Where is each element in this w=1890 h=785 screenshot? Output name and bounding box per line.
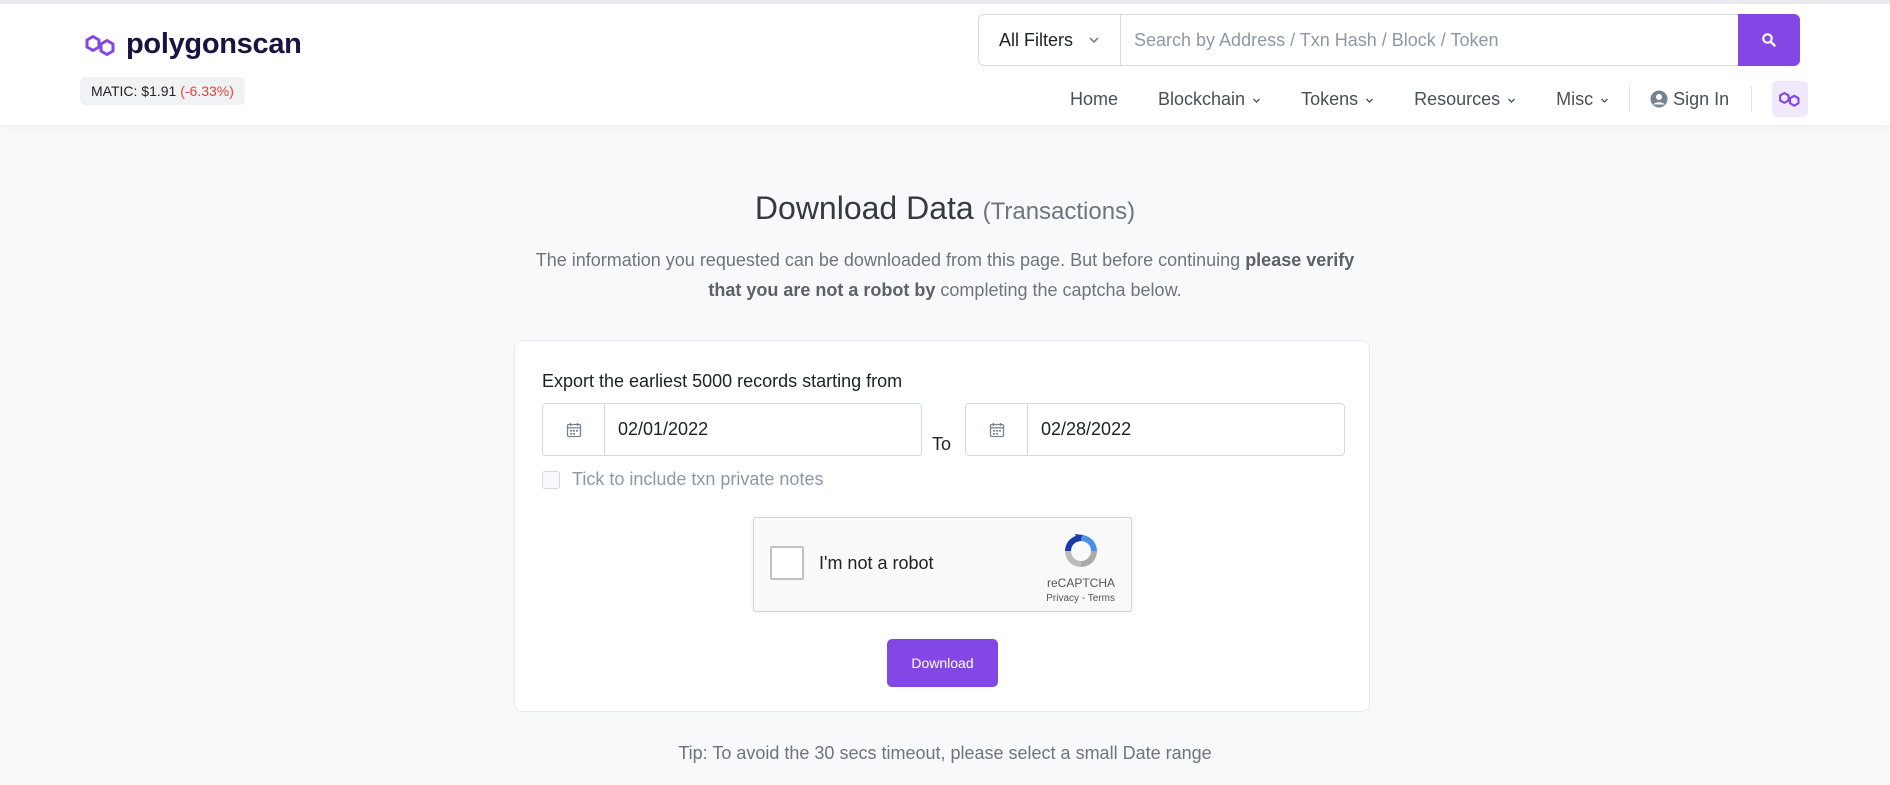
end-date-group: [965, 403, 1345, 456]
recaptcha-brand: reCAPTCHA: [1046, 576, 1115, 590]
nav-blockchain[interactable]: Blockchain: [1158, 89, 1261, 110]
chevron-down-icon: [1253, 98, 1261, 103]
calendar-icon: [989, 422, 1004, 437]
network-button[interactable]: [1772, 81, 1809, 117]
export-card: Export the earliest 5000 records startin…: [514, 340, 1370, 712]
export-label: Export the earliest 5000 records startin…: [542, 371, 903, 391]
calendar-icon-wrapper[interactable]: [966, 404, 1028, 455]
page-title: Download Data (Transactions): [0, 190, 1890, 227]
recaptcha-link-sep: -: [1079, 593, 1088, 604]
recaptcha-widget: I'm not a robot reCAPTCHA Privacy - Term…: [753, 517, 1132, 612]
search-input[interactable]: [1122, 15, 1738, 65]
download-button[interactable]: Download: [887, 639, 998, 687]
filter-label: All Filters: [999, 29, 1074, 50]
chevron-down-icon: [1089, 37, 1099, 44]
nav-home-label: Home: [1070, 88, 1119, 109]
nav-resources[interactable]: Resources: [1414, 89, 1516, 110]
private-notes-option: Tick to include txn private notes: [542, 469, 823, 490]
nav-divider: [1751, 86, 1753, 112]
desc-text-1: The information you requested can be dow…: [535, 250, 1246, 270]
chevron-down-icon: [1601, 98, 1609, 103]
recaptcha-logo-icon: [1065, 534, 1097, 567]
page-description: The information you requested can be dow…: [520, 245, 1370, 305]
private-notes-checkbox[interactable]: [542, 470, 560, 489]
matic-price-change: (-6.33%): [180, 83, 234, 99]
recaptcha-terms-link[interactable]: Terms: [1088, 593, 1115, 604]
recaptcha-label: I'm not a robot: [819, 553, 934, 573]
sign-in-link[interactable]: Sign In: [1650, 89, 1729, 110]
timeout-tip: Tip: To avoid the 30 secs timeout, pleas…: [678, 743, 1212, 763]
search-icon: [1762, 33, 1776, 47]
polygon-logo-icon: [85, 34, 115, 56]
polygon-network-icon: [1779, 91, 1800, 107]
search-bar: All Filters: [978, 14, 1800, 66]
logo-text: polygonscan: [126, 28, 302, 60]
desc-text-2: completing the captcha below.: [935, 280, 1182, 300]
matic-price: MATIC: $1.91: [91, 83, 177, 99]
user-circle-icon: [1650, 90, 1668, 108]
search-button[interactable]: [1738, 14, 1800, 66]
page-title-main: Download Data: [754, 190, 974, 226]
site-header: polygonscan MATIC: $1.91 (-6.33%) All Fi…: [0, 4, 1890, 125]
main-nav: Home Blockchain Tokens Resources Misc Si…: [1070, 74, 1809, 124]
end-date-input[interactable]: [1028, 404, 1344, 455]
to-label: To: [932, 434, 952, 454]
nav-tokens-label: Tokens: [1301, 88, 1359, 109]
nav-tokens[interactable]: Tokens: [1301, 89, 1374, 110]
calendar-icon: [566, 422, 581, 437]
chevron-down-icon: [1366, 98, 1374, 103]
start-date-group: [542, 403, 922, 456]
nav-resources-label: Resources: [1414, 88, 1501, 109]
matic-price-badge[interactable]: MATIC: $1.91 (-6.33%): [80, 77, 245, 105]
start-date-input[interactable]: [605, 404, 921, 455]
recaptcha-links: Privacy - Terms: [1046, 593, 1115, 604]
nav-divider: [1629, 86, 1631, 112]
recaptcha-privacy-link[interactable]: Privacy: [1046, 593, 1079, 604]
nav-home[interactable]: Home: [1070, 89, 1118, 110]
recaptcha-checkbox[interactable]: [770, 546, 804, 580]
site-logo[interactable]: polygonscan: [84, 28, 302, 61]
search-filter-dropdown[interactable]: All Filters: [979, 15, 1121, 65]
page-title-sub: (Transactions): [982, 198, 1136, 225]
sign-in-label: Sign In: [1673, 88, 1730, 109]
chevron-down-icon: [1508, 98, 1516, 103]
nav-misc[interactable]: Misc: [1556, 89, 1609, 110]
calendar-icon-wrapper[interactable]: [543, 404, 605, 455]
nav-blockchain-label: Blockchain: [1158, 88, 1246, 109]
nav-misc-label: Misc: [1556, 88, 1594, 109]
private-notes-label[interactable]: Tick to include txn private notes: [572, 469, 823, 490]
